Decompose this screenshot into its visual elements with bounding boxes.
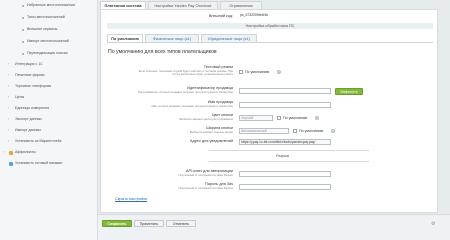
sidebar-item[interactable]: Импорт данных (15, 128, 41, 133)
merchant-name-hint: Имя, которое продавец указывает при реги… (151, 104, 233, 108)
webhook-url-input[interactable]: https://ypay.1c-bit.com/bitrix/tools/yan… (239, 138, 331, 145)
chevron-right-icon[interactable]: › (8, 73, 9, 78)
apply-button[interactable]: Применить (134, 220, 164, 227)
button-color-default-label: По умолчанию (283, 116, 308, 120)
sidebar-item[interactable]: Типы местоположений (27, 15, 65, 20)
chevron-right-icon[interactable]: › (3, 150, 4, 155)
sidebar-item[interactable]: Экспорт данных (15, 117, 42, 122)
button-width-default-label: По умолчанию (299, 129, 324, 133)
chevron-right-icon[interactable]: › (8, 62, 9, 67)
payture-group-title: Разрыв (276, 154, 290, 158)
chevron-right-icon[interactable]: › (8, 128, 9, 133)
help-icon[interactable]: ? (331, 129, 335, 133)
help-icon[interactable]: ? (315, 116, 319, 120)
test-mode-default-label: По умолчанию (245, 70, 270, 74)
cancel-button[interactable]: Отменить (166, 220, 196, 227)
divider (209, 150, 369, 151)
sidebar-item[interactable]: Установить готовый магазин (15, 161, 62, 166)
sidebar-item[interactable]: Цены (15, 95, 24, 100)
sidebar-item[interactable]: Внешние сервисы (27, 27, 57, 32)
settings-panel: Внешний код: ps_6732009fe4f4b Настройка … (100, 9, 438, 213)
sidebar-item[interactable]: Избранные местоположения (27, 3, 75, 8)
button-width-default-checkbox[interactable] (293, 129, 297, 133)
external-code-value: ps_6732009fe4f4b (240, 13, 269, 17)
sidebar-item[interactable]: Импорт местоположений (27, 39, 69, 44)
button-color-select[interactable]: Черный (239, 115, 273, 121)
chevron-right-icon[interactable]: › (8, 106, 9, 111)
webhook-label: Адрес для уведомлений (190, 139, 233, 143)
test-mode-hint: тестах желательно будет установленным ро… (172, 72, 233, 76)
subtab-individual[interactable]: Физическое лицо (s1) (145, 34, 199, 42)
subtab-default[interactable]: По умолчанию (107, 34, 143, 42)
tds-password-input[interactable] (239, 184, 331, 190)
main-area: Платежная система Настройки Yandex Pay C… (98, 0, 450, 240)
store-icon (9, 161, 13, 166)
subtab-legal-entity[interactable]: Юридическое лицо (s1) (201, 34, 257, 42)
section-heading: По умолчанию для всех типов плательщиков (108, 49, 217, 55)
tab-payment-system[interactable]: Платежная система (100, 1, 146, 9)
tds-password-hint: Полученный от платежной системы Payture (178, 186, 233, 190)
settings-gear-icon[interactable]: ⚙ (431, 221, 435, 227)
tab-bar: Платежная система Настройки Yandex Pay C… (98, 0, 450, 9)
save-button[interactable]: Сохранить (102, 220, 132, 227)
button-width-select[interactable]: Автоматический (239, 128, 289, 134)
bullet-icon (22, 29, 24, 31)
merchant-id-input[interactable] (239, 88, 331, 94)
button-color-default-checkbox[interactable] (277, 116, 281, 120)
sidebar: Избранные местоположения Типы местополож… (0, 0, 98, 240)
bullet-icon (22, 5, 24, 7)
subtab-divider (107, 42, 433, 43)
divider (209, 161, 369, 162)
help-icon[interactable]: ? (277, 70, 281, 74)
merchant-id-hint: Идентификатор, который продавец получает… (138, 90, 233, 94)
button-color-hint: Выберите вариант цвета для отображения (179, 117, 233, 121)
sidebar-item[interactable]: Печатные формы (15, 73, 44, 78)
api-key-input[interactable] (239, 171, 331, 177)
tab-restrictions[interactable]: Ограничения (220, 1, 262, 9)
request-button[interactable]: Запросить (335, 87, 363, 95)
bullet-icon (22, 17, 24, 19)
chevron-right-icon[interactable]: › (8, 95, 9, 100)
sidebar-item[interactable]: Переиндексация поиска (27, 51, 67, 56)
api-key-hint: Полученный от платежной системы Payture (178, 173, 233, 177)
chevron-right-icon[interactable]: › (8, 117, 9, 122)
sidebar-item[interactable]: Единицы измерения (15, 106, 49, 111)
button-width-hint: Выберите вариант ширины кнопки (189, 130, 233, 134)
hide-settings-link[interactable]: Скрыть настройки (115, 197, 147, 202)
test-mode-checkbox[interactable] (239, 70, 243, 74)
sidebar-item[interactable]: Интеграция с 1С (15, 62, 43, 67)
sidebar-item[interactable]: Аффилиаты (15, 150, 36, 155)
chevron-right-icon[interactable]: › (8, 84, 9, 89)
sidebar-item[interactable]: Установить из Маркетплейс (15, 139, 62, 144)
merchant-name-input[interactable] (239, 102, 331, 108)
external-code-label: Внешний код: (208, 14, 233, 18)
sidebar-item[interactable]: Торговые платформы (15, 84, 51, 89)
affiliates-icon (9, 150, 13, 155)
chevron-right-icon[interactable]: › (8, 139, 9, 144)
bullet-icon (22, 41, 24, 43)
processing-settings-title: Настройка обработчика ПС (107, 23, 433, 29)
tab-yandex-pay-settings[interactable]: Настройки Yandex Pay Checkout (148, 1, 218, 9)
action-bar: Сохранить Применить Отменить ⚙ (98, 214, 450, 240)
bullet-icon (22, 53, 24, 55)
